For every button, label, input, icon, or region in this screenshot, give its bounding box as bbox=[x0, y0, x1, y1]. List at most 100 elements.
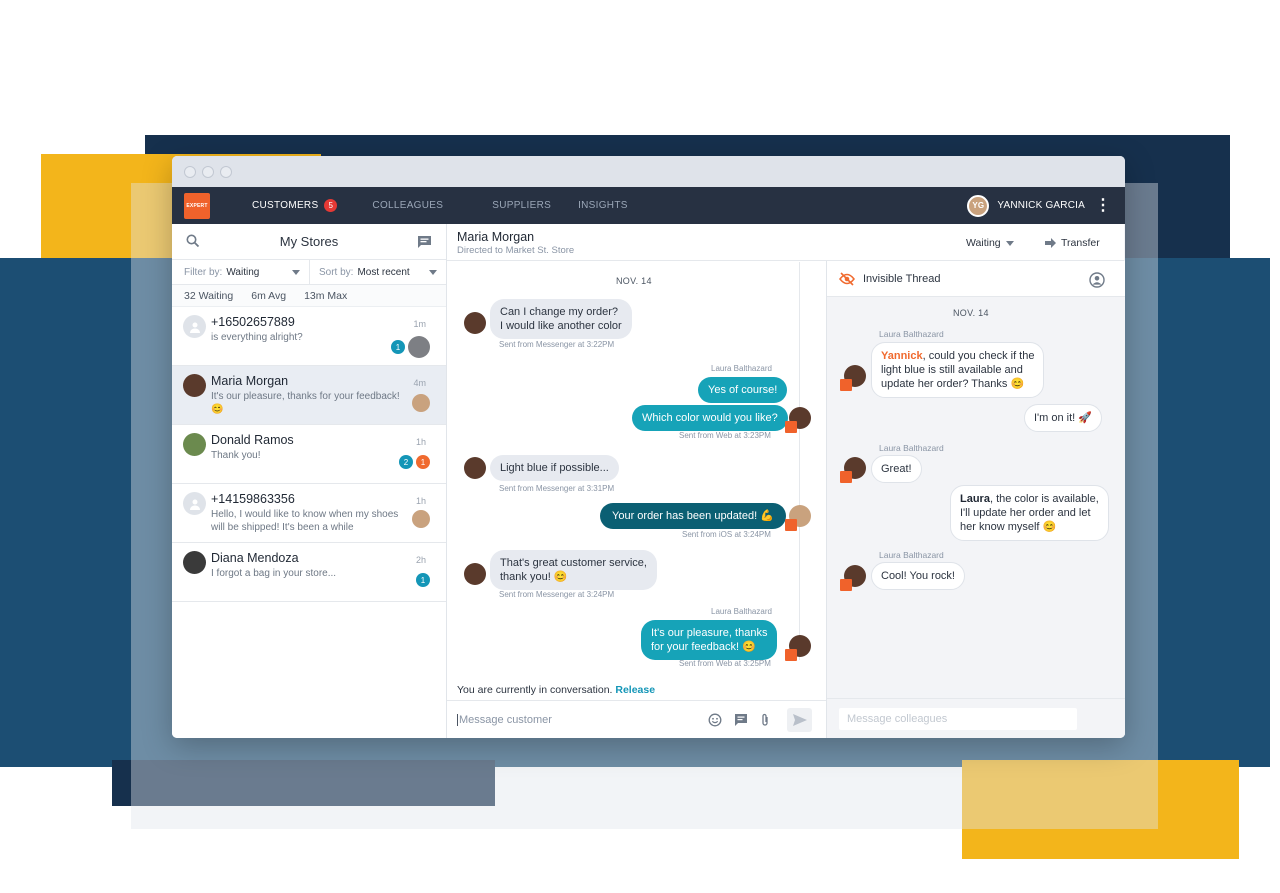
colleague-message-bubble: Cool! You rock! bbox=[871, 562, 965, 590]
message-bubble-outgoing: Which color would you like? bbox=[632, 405, 788, 431]
list-item[interactable]: Maria Morgan 4m It's our pleasure, thank… bbox=[172, 366, 446, 425]
invisible-thread-title: Invisible Thread bbox=[863, 272, 941, 285]
conversations-sidebar: My Stores Filter by: Waiting Sort by: Most… bbox=[172, 224, 447, 738]
customer-avatar bbox=[464, 312, 486, 334]
unread-badge: 2 bbox=[399, 455, 413, 469]
list-item[interactable]: +16502657889 1m is everything alright? 1 bbox=[172, 307, 446, 366]
avg-stat: 6m Avg bbox=[251, 289, 287, 302]
brand-tag-icon bbox=[785, 421, 797, 433]
conversation-time: 2h bbox=[415, 555, 426, 565]
message-sender: Laura Balthazard bbox=[711, 364, 772, 373]
brand-logo[interactable]: EXPERT bbox=[184, 192, 210, 219]
status-label: Waiting bbox=[966, 237, 1001, 249]
sort-value: Most recent bbox=[357, 266, 410, 278]
attachment-icon[interactable] bbox=[760, 713, 770, 727]
transfer-button[interactable]: Transfer bbox=[1045, 237, 1100, 249]
compose-icon[interactable] bbox=[417, 235, 432, 249]
message-text: Can I change my order? bbox=[500, 306, 619, 318]
conversation-name: Donald Ramos bbox=[211, 433, 294, 447]
send-button[interactable] bbox=[787, 708, 812, 732]
title-bar bbox=[172, 156, 1125, 187]
sidebar-header: My Stores bbox=[172, 224, 446, 260]
message-text: for your feedback! 😊 bbox=[651, 641, 756, 653]
emoji-icon[interactable] bbox=[708, 713, 722, 727]
logo-text: EXPERT bbox=[186, 202, 208, 209]
filter-value: Waiting bbox=[226, 266, 260, 278]
brand-tag-icon bbox=[840, 471, 852, 483]
message-bubble-incoming: Can I change my order? I would like anoth… bbox=[490, 299, 632, 339]
saved-reply-icon[interactable] bbox=[734, 713, 748, 727]
message-customer-input[interactable]: Message customer bbox=[457, 713, 552, 726]
sort-dropdown[interactable]: Sort by: Most recent bbox=[310, 260, 446, 284]
mention: Laura bbox=[960, 493, 990, 505]
conversation-name: Diana Mendoza bbox=[211, 551, 299, 565]
transfer-arrow-icon bbox=[1045, 238, 1056, 248]
message-bubble-outgoing: Yes of course! bbox=[698, 377, 788, 403]
message-text: thank you! 😊 bbox=[500, 571, 568, 583]
tab-colleagues[interactable]: COLLEAGUES bbox=[372, 199, 443, 212]
customer-store: Directed to Market St. Store bbox=[457, 245, 575, 256]
customer-avatar bbox=[464, 563, 486, 585]
message-meta: Sent from iOS at 3:24PM bbox=[682, 530, 771, 539]
user-avatar: YG bbox=[967, 194, 990, 217]
user-menu[interactable]: YG YANNICK GARCIA bbox=[967, 194, 1085, 217]
conversation-time: 1h bbox=[415, 437, 426, 447]
list-item[interactable]: Diana Mendoza 2h I forgot a bag in your … bbox=[172, 543, 446, 602]
release-link[interactable]: Release bbox=[615, 684, 655, 696]
customer-avatar bbox=[464, 457, 486, 479]
unread-badge: 1 bbox=[391, 340, 405, 354]
window-close-dot[interactable] bbox=[184, 165, 196, 178]
conversation-name: +14159863356 bbox=[211, 492, 295, 506]
profile-icon[interactable] bbox=[1089, 272, 1105, 288]
conversation-indicators: 1 bbox=[416, 573, 430, 587]
more-options-icon[interactable]: ⋮ bbox=[1095, 197, 1111, 214]
conversation-preview: is everything alright? bbox=[211, 332, 303, 343]
conversation-preview: Thank you! bbox=[211, 450, 261, 461]
message-bubble-outgoing: It's our pleasure, thanks for your feedba… bbox=[641, 620, 778, 660]
tab-insights-label: INSIGHTS bbox=[578, 200, 628, 211]
customer-avatar bbox=[183, 374, 206, 397]
window-maximize-dot[interactable] bbox=[220, 165, 232, 178]
message-text: light blue is still available and bbox=[881, 364, 1023, 376]
max-stat: 13m Max bbox=[304, 289, 348, 302]
status-dropdown[interactable]: Waiting bbox=[966, 237, 1014, 249]
message-text: update her order? Thanks 😊 bbox=[881, 378, 1025, 390]
message-text: , could you check if the bbox=[922, 350, 1035, 362]
search-icon[interactable] bbox=[186, 234, 200, 248]
transfer-label: Transfer bbox=[1061, 237, 1100, 249]
queue-stats: 32 Waiting 6m Avg 13m Max bbox=[172, 285, 446, 307]
message-meta: Sent from Messenger at 3:31PM bbox=[499, 484, 615, 493]
window-minimize-dot[interactable] bbox=[202, 165, 214, 178]
agent-avatar bbox=[412, 510, 430, 528]
list-item[interactable]: Donald Ramos 1h Thank you! 2 1 bbox=[172, 425, 446, 484]
person-placeholder-icon bbox=[183, 315, 206, 338]
message-colleagues-input[interactable]: Message colleagues bbox=[839, 708, 1077, 730]
conversation-name: Maria Morgan bbox=[211, 374, 289, 388]
tab-suppliers[interactable]: SUPPLIERS bbox=[492, 199, 551, 212]
message-sender: Laura Balthazard bbox=[879, 443, 944, 453]
conversation-indicators bbox=[412, 394, 430, 412]
user-initials: YG bbox=[972, 201, 985, 210]
conversation-preview: I forgot a bag in your store... bbox=[211, 568, 337, 579]
conversation-indicators: 1 bbox=[391, 336, 430, 358]
message-sender: Laura Balthazard bbox=[711, 607, 772, 616]
waiting-label: Waiting bbox=[198, 289, 234, 302]
filter-dropdown[interactable]: Filter by: Waiting bbox=[172, 260, 310, 284]
message-meta: Sent from Web at 3:23PM bbox=[679, 431, 771, 440]
tab-insights[interactable]: INSIGHTS bbox=[578, 199, 628, 212]
invisible-thread-header: Invisible Thread bbox=[827, 261, 1125, 297]
message-meta: Sent from Messenger at 3:24PM bbox=[499, 590, 615, 599]
own-message-bubble: I'm on it! 🚀 bbox=[1024, 404, 1102, 432]
chat-header: Maria Morgan Directed to Market St. Stor… bbox=[447, 224, 1124, 261]
tab-customers[interactable]: CUSTOMERS 5 bbox=[252, 199, 338, 212]
list-item[interactable]: +14159863356 1h Hello, I would like to k… bbox=[172, 484, 446, 543]
customer-avatar bbox=[183, 433, 206, 456]
nav-tabs: CUSTOMERS 5 COLLEAGUES SUPPLIERS INSIGHT… bbox=[252, 199, 663, 212]
message-text: her know myself 😊 bbox=[960, 521, 1057, 533]
brand-tag-icon bbox=[840, 579, 852, 591]
customer-name: Maria Morgan bbox=[457, 230, 535, 244]
chevron-down-icon bbox=[292, 270, 300, 275]
message-bubble-incoming: That's great customer service, thank you!… bbox=[490, 550, 657, 590]
unread-badge: 1 bbox=[416, 573, 430, 587]
conversation-status-text: You are currently in conversation. bbox=[457, 684, 613, 696]
